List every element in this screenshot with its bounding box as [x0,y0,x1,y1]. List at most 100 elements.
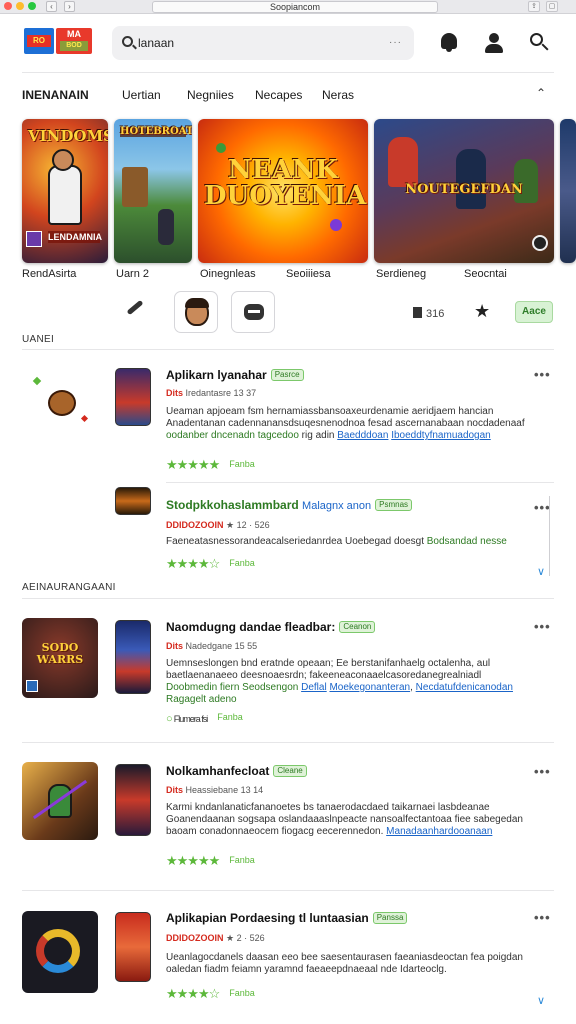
expand-chevron-icon[interactable]: ∨ [537,565,545,578]
tab-2[interactable]: Uertian [122,88,161,102]
carousel-card[interactable]: NOUTEGEFDAN [374,119,554,263]
item-title[interactable]: Stodpkkohaslammbard Malagnx anon Psmnas [166,498,413,512]
desc-link[interactable]: Deflal [301,682,327,693]
desc-link[interactable]: Iboeddtyfnamuadogan [391,430,491,441]
desc-text: Faeneatasnessorandeacalseriedanrdea Uoeb… [166,536,427,547]
more-options-icon[interactable]: ••• [534,910,551,925]
item-title[interactable]: Aplikarn lyanahar Pasrce [166,368,304,382]
item-divider [22,742,554,743]
notifications-icon[interactable] [437,30,461,54]
item-divider [166,482,554,483]
play-icon[interactable] [532,235,548,251]
item-description: Ueanlagocdanels daasan eeo bee saesentau… [166,952,534,976]
section-divider [22,598,554,599]
collapse-chevron-icon[interactable]: ⌃ [536,86,546,100]
favorite-star-icon[interactable]: ★ [474,301,490,322]
desc-link[interactable]: Manadaanhardooanaan [386,826,492,837]
rating-stars: ★★★★☆ Fanba [166,556,255,572]
game-thumbnail[interactable] [22,911,98,993]
carousel-card-featured[interactable]: NEANK DUOYENIA [198,119,368,263]
search-icon[interactable] [527,30,551,54]
item-description: Uemnseslongen bnd eratnde opeaan; Ee ber… [166,658,534,706]
carousel-card[interactable]: HOTEBROAT [114,119,192,263]
chat-icon [244,304,264,320]
tabs-icon[interactable]: ▢ [546,1,558,12]
search-input[interactable]: lanaan [138,36,174,50]
desc-link[interactable]: Moekegonanteran [329,682,410,693]
game-art [114,119,192,263]
rating-stars: ★★★★☆ Fanba [166,986,255,1002]
forward-arrow-icon[interactable]: › [64,1,75,12]
item-title[interactable]: Naomdugng dandae fleadbar: Ceanon [166,620,376,634]
rating-label: Fanba [229,855,255,865]
desc-text: Uemnseslongen bnd eratnde opeaan; Ee ber… [166,658,491,669]
quill-icon[interactable] [126,299,144,316]
account-icon[interactable] [482,30,506,54]
card-title: NOUTEGEFDAN [405,182,523,197]
app-icon[interactable] [115,487,151,515]
share-icon[interactable]: ⇪ [528,1,540,12]
more-options-icon[interactable]: ••• [534,764,551,779]
item-rank: Dits [166,388,184,398]
character-figure [158,209,174,245]
desc-link[interactable]: Bodsandad nesse [427,536,507,547]
desc-text: Ueaman apjoeam fsm hernamiassbansoaxeurd… [166,406,494,417]
desc-link[interactable]: Necdatufdenicanodan [416,682,513,693]
desc-link[interactable]: Ragagelt adeno [166,694,237,705]
app-icon[interactable] [115,912,151,982]
window-controls[interactable] [4,2,36,10]
desc-text: Ueanlagocdanels daasan eeo bee saesentau… [166,952,485,963]
search-bar[interactable]: lanaan ··· [112,26,414,60]
item-description: Ueaman apjoeam fsm hernamiassbansoaxeurd… [166,406,534,442]
minimize-window-icon[interactable] [16,2,24,10]
item-badge: Cleane [273,765,307,777]
card-title: VINDOMS [28,127,108,145]
game-thumbnail[interactable]: SODO WARRS [22,618,98,698]
back-arrow-icon[interactable]: ‹ [46,1,57,12]
bookmark-count[interactable]: 316 [413,307,444,320]
carousel-card[interactable]: VINDOMS LENDAMNIA [22,119,108,263]
app-icon[interactable] [115,368,151,426]
header-divider [22,72,554,73]
item-meta-text: Heassiebane 13 14 [185,785,264,795]
app-icon[interactable] [115,620,151,694]
more-options-icon[interactable]: ••• [534,367,551,382]
app-icon[interactable] [115,764,151,836]
tab-3[interactable]: Negniies [187,88,234,102]
card-subtitle: LENDAMNIA [48,231,102,243]
item-title[interactable]: Aplikapian Pordaesing tl luntaasian Panss… [166,911,408,925]
item-rank: Dits [166,785,184,795]
carousel-card-peek[interactable] [560,119,576,263]
item-meta-text: Iredantasre 13 37 [185,388,257,398]
desc-text: baetlaenanaeeo deesnoaesrdn; fakeeneacon… [166,670,482,681]
section-heading: AEINAURANGAANI [22,582,116,593]
expand-chevron-icon[interactable]: ∨ [537,994,545,1007]
maximize-window-icon[interactable] [28,2,36,10]
app-logo[interactable]: RO MA BOD [24,28,92,56]
desc-link[interactable]: Doobmedin fiern Seodsengon [166,682,298,693]
add-button[interactable]: Aace [515,301,553,323]
item-description: Faeneatasnessorandeacalseriedanrdea Uoeb… [166,536,534,548]
game-thumbnail[interactable] [26,368,98,440]
chat-button[interactable] [231,291,275,333]
card-caption: RendAsirta [22,268,77,280]
tab-5[interactable]: Neras [322,88,354,102]
more-options-icon[interactable]: ••• [534,619,551,634]
rating-prefix: Flumera fsi [173,714,209,724]
item-badge: Panssa [372,912,408,924]
scroll-track[interactable] [549,496,550,576]
item-title-text: Aplikapian Pordaesing tl luntaasian [166,911,369,925]
item-title[interactable]: Nolkamhanfecloat Cleane [166,764,307,778]
close-window-icon[interactable] [4,2,12,10]
desc-link[interactable]: Baedddoan [337,430,388,441]
card-caption: Seoiiiesa [286,268,331,280]
search-options-icon[interactable]: ··· [389,37,402,48]
desc-link[interactable]: oodanber dncenadn tagcedoo [166,430,299,441]
character-figure [456,149,486,209]
section-heading: UANEI [22,334,55,345]
avatar-button[interactable] [174,291,218,333]
address-bar[interactable]: Soopiancom [152,1,438,13]
tab-home[interactable]: INENANAIN [22,88,89,102]
tab-4[interactable]: Necapes [255,88,302,102]
game-thumbnail[interactable] [22,762,98,840]
